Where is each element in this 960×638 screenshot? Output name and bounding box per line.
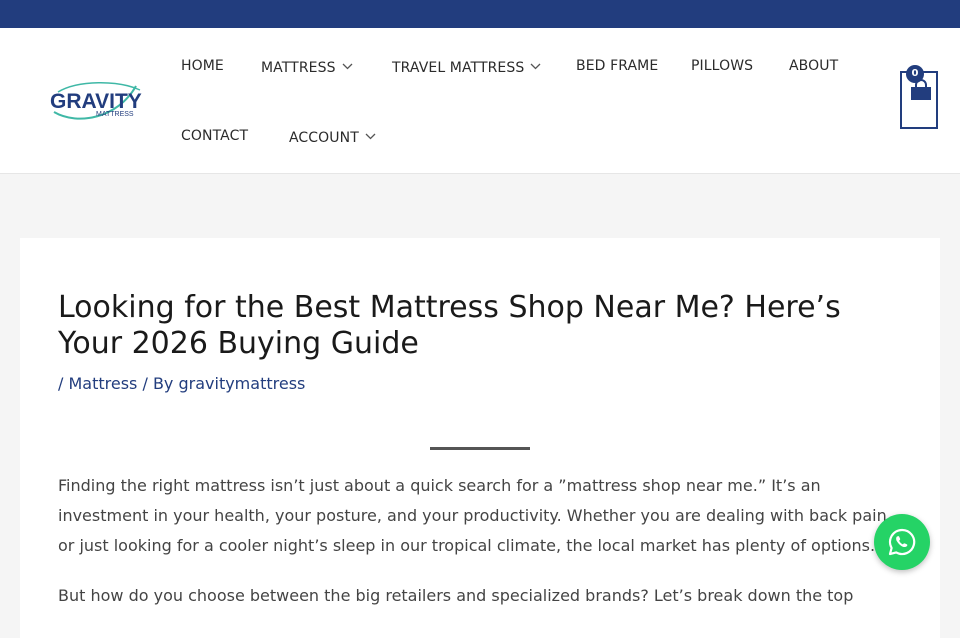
nav-about[interactable]: ABOUT xyxy=(789,57,838,75)
post-meta: / Mattress / By gravitymattress xyxy=(58,374,306,393)
nav-pillows[interactable]: PILLOWS xyxy=(691,57,753,75)
nav-bed-frame[interactable]: BED FRAME xyxy=(576,57,658,75)
article-title: Looking for the Best Mattress Shop Near … xyxy=(58,290,841,361)
whatsapp-chat-button[interactable] xyxy=(874,514,930,570)
svg-text:GRAVITY: GRAVITY xyxy=(50,90,142,113)
separator xyxy=(430,447,530,450)
article-paragraph: But how do you choose between the big re… xyxy=(58,586,854,605)
whatsapp-icon xyxy=(888,528,916,556)
article-paragraph: Finding the right mattress isn’t just ab… xyxy=(58,476,887,555)
author-link[interactable]: gravitymattress xyxy=(178,374,305,393)
category-link[interactable]: Mattress xyxy=(68,374,137,393)
site-logo[interactable]: GRAVITY MATTRESS xyxy=(48,78,144,126)
svg-text:MATTRESS: MATTRESS xyxy=(96,111,134,118)
chevron-down-icon xyxy=(365,127,376,145)
chevron-down-icon xyxy=(530,57,541,75)
nav-mattress[interactable]: MATTRESS xyxy=(261,57,353,77)
nav-home[interactable]: HOME xyxy=(181,57,224,75)
chevron-down-icon xyxy=(342,57,353,75)
site-header: GRAVITY MATTRESS HOME MATTRESS TRAVEL MA… xyxy=(0,28,960,174)
nav-account[interactable]: ACCOUNT xyxy=(289,127,376,147)
top-bar xyxy=(0,0,960,28)
nav-contact[interactable]: CONTACT xyxy=(181,127,248,145)
shopping-bag-icon xyxy=(910,79,932,105)
nav-travel-mattress[interactable]: TRAVEL MATTRESS xyxy=(392,57,541,77)
cart-button[interactable]: 0 xyxy=(900,65,938,129)
